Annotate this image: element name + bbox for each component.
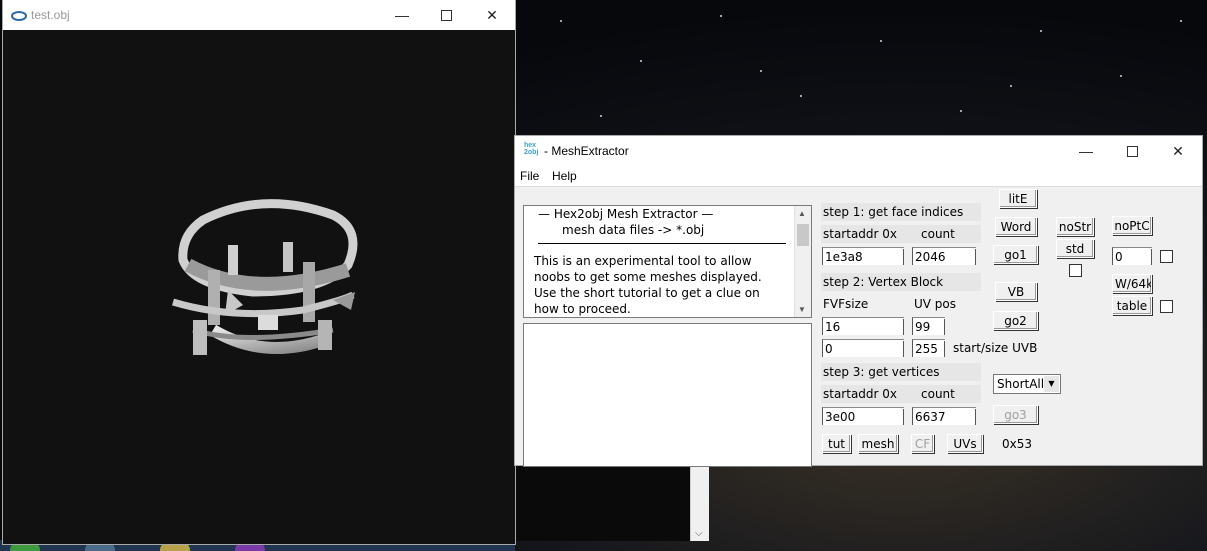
format-select-value: ShortAll [997, 377, 1045, 391]
vertex-count-input[interactable]: 6637 [912, 407, 976, 425]
viewer-app-icon [11, 9, 27, 27]
info-line: This is an experimental tool to allow [534, 254, 752, 268]
step1-startaddr-label: startaddr 0x [823, 227, 898, 241]
uvpos-label: UV pos [914, 297, 957, 311]
ptc-value-input[interactable]: 0 [1112, 247, 1152, 265]
window-title: test.obj [31, 8, 70, 22]
step3-heading: step 3: get vertices [823, 365, 940, 379]
minimize-icon[interactable]: — [379, 0, 425, 30]
fvfsize-input[interactable]: 16 [822, 317, 904, 335]
face-startaddr-input[interactable]: 1e3a8 [822, 247, 904, 265]
menu-help[interactable]: Help [552, 169, 577, 183]
info-title: — Hex2obj Mesh Extractor — [538, 207, 714, 221]
scroll-down-arrow-icon[interactable]: ▼ [798, 305, 806, 314]
nostr-button[interactable]: noStr [1056, 217, 1094, 236]
info-line: Use the short tutorial to get a clue on [534, 286, 760, 300]
scroll-thumb[interactable] [797, 224, 809, 246]
mesh-extractor-window: hex 2obj - MeshExtractor — ✕ File Help — … [515, 136, 1202, 467]
3d-viewport[interactable] [3, 30, 515, 544]
tut-button[interactable]: tut [822, 434, 851, 453]
hex2obj-icon: hex 2obj [524, 142, 539, 156]
minimize-icon[interactable]: — [1063, 136, 1109, 166]
scroll-down-arrow-icon[interactable]: ⌵ [695, 528, 703, 539]
step3-startaddr-label: startaddr 0x [823, 387, 898, 401]
go2-button[interactable]: go2 [993, 311, 1038, 330]
std-checkbox[interactable] [1069, 264, 1082, 277]
step1-heading: step 1: get face indices [823, 205, 964, 219]
obj-viewer-window: test.obj — ✕ [3, 0, 515, 544]
uvs-button[interactable]: UVs [947, 434, 983, 453]
face-count-input[interactable]: 2046 [912, 247, 976, 265]
step1-count-label: count [921, 227, 955, 241]
vertex-startaddr-input[interactable]: 3e00 [822, 407, 904, 425]
background-scrollbar[interactable]: ⌵ [690, 465, 709, 541]
chevron-down-icon[interactable]: ▼ [1044, 376, 1059, 392]
hex-readout: 0x53 [1002, 437, 1033, 451]
table-checkbox[interactable] [1160, 300, 1173, 313]
info-divider [538, 243, 786, 244]
title-bar[interactable]: test.obj — ✕ [3, 0, 515, 30]
format-select[interactable]: ShortAll ▼ [993, 374, 1061, 394]
maximize-icon[interactable] [1109, 136, 1155, 166]
info-scrollbar[interactable]: ▲ ▼ [794, 206, 811, 317]
mesh-button[interactable]: mesh [858, 434, 898, 453]
go1-button[interactable]: go1 [993, 245, 1038, 264]
uvb-start-input[interactable]: 0 [822, 339, 904, 357]
vb-button[interactable]: VB [995, 282, 1037, 301]
ptc-checkbox[interactable] [1160, 250, 1173, 263]
info-subtitle: mesh data files -> *.obj [562, 223, 705, 237]
menu-separator [515, 186, 1202, 187]
menu-bar: File Help [515, 166, 1202, 186]
std-button[interactable]: std [1056, 239, 1094, 258]
uvb-size-input[interactable]: 255 [912, 339, 945, 357]
fvfsize-label: FVFsize [823, 297, 869, 311]
window-title: - MeshExtractor [544, 144, 629, 158]
lite-button[interactable]: litE [999, 189, 1037, 208]
scroll-up-arrow-icon[interactable]: ▲ [798, 209, 806, 218]
info-textbox[interactable]: — Hex2obj Mesh Extractor — mesh data fil… [523, 205, 812, 318]
go3-button[interactable]: go3 [993, 405, 1038, 424]
rendered-mesh [171, 199, 358, 355]
word-button[interactable]: Word [995, 217, 1037, 236]
output-textbox[interactable] [523, 323, 812, 467]
close-icon[interactable]: ✕ [1155, 136, 1201, 166]
close-icon[interactable]: ✕ [469, 0, 515, 30]
maximize-icon[interactable] [423, 0, 469, 30]
info-line: noobs to get some meshes displayed. [534, 270, 762, 284]
background-panel [515, 465, 690, 541]
step2-heading: step 2: Vertex Block [823, 275, 944, 289]
noptc-button[interactable]: noPtC [1112, 216, 1152, 235]
step3-count-label: count [921, 387, 955, 401]
uvb-start-size-label: start/size UVB [953, 341, 1038, 355]
uvpos-input[interactable]: 99 [912, 317, 945, 335]
w64k-button[interactable]: W/64k [1112, 274, 1152, 293]
cf-button[interactable]: CF [911, 434, 934, 453]
info-line: how to proceed. [534, 302, 631, 316]
menu-file[interactable]: File [520, 169, 539, 183]
table-button[interactable]: table [1112, 296, 1152, 315]
title-bar[interactable]: hex 2obj - MeshExtractor — ✕ [515, 136, 1202, 166]
